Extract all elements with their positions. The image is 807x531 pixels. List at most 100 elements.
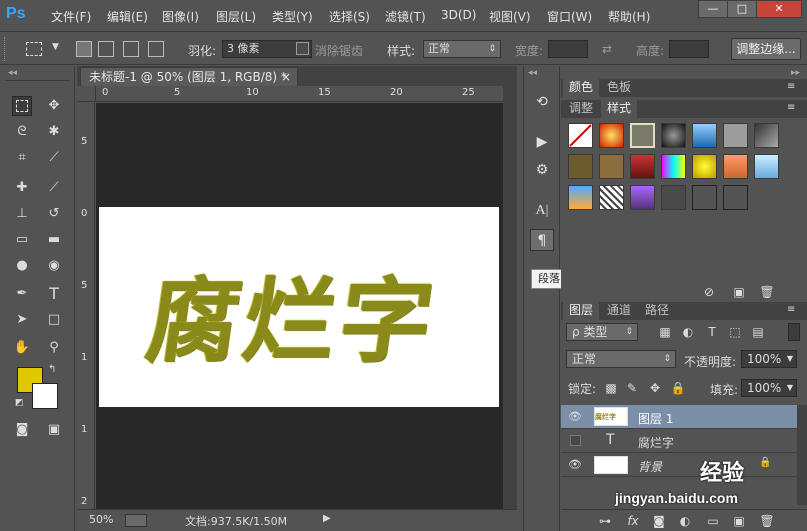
type-tool-icon[interactable]: T — [44, 284, 64, 304]
new-group-icon[interactable]: ▭ — [705, 513, 721, 529]
style-swatch[interactable] — [692, 123, 717, 148]
height-input[interactable] — [669, 40, 709, 58]
tab-paths[interactable]: 路径 — [639, 302, 675, 320]
panel-menu-icon[interactable]: ≡ — [787, 102, 795, 113]
history-brush-icon[interactable]: ↺ — [44, 204, 64, 224]
filter-pixel-icon[interactable]: ▦ — [657, 324, 673, 340]
tab-swatches[interactable]: 色板 — [601, 79, 637, 97]
style-swatch[interactable] — [661, 154, 686, 179]
panel-menu-icon[interactable]: ≡ — [787, 304, 795, 315]
layer-row[interactable]: 👁 背景 🔒 — [561, 453, 797, 477]
close-button[interactable]: ✕ — [756, 0, 802, 18]
style-swatch[interactable] — [630, 154, 655, 179]
maximize-button[interactable]: □ — [727, 0, 757, 18]
lock-transparent-icon[interactable]: ▩ — [603, 380, 619, 396]
new-layer-icon[interactable]: ▣ — [731, 513, 747, 529]
width-input[interactable] — [548, 40, 588, 58]
blend-mode-select[interactable]: 正常 ⇕ — [566, 350, 676, 368]
style-swatch[interactable] — [723, 123, 748, 148]
fill-input[interactable]: 100% ▼ — [741, 379, 797, 397]
hand-tool-icon[interactable]: ✋ — [12, 338, 32, 358]
minimize-button[interactable]: — — [698, 0, 728, 18]
style-swatch[interactable] — [568, 154, 593, 179]
ruler-top[interactable]: 0 5 10 15 20 25 — [96, 86, 517, 102]
refine-edge-button[interactable]: 调整边缘... — [731, 38, 801, 60]
style-none-swatch[interactable] — [568, 123, 593, 148]
add-mask-icon[interactable]: ◙ — [651, 513, 667, 529]
collapse-panels-icon[interactable]: ▸▸ — [791, 68, 800, 78]
filter-type-icon[interactable]: T — [704, 324, 720, 340]
style-swatch[interactable] — [661, 123, 686, 148]
layer-name[interactable]: 腐烂字 — [638, 434, 674, 451]
rectangle-tool-icon[interactable]: □ — [44, 310, 64, 330]
move-tool-icon[interactable]: ✥ — [44, 96, 64, 116]
fx-icon[interactable]: fx — [625, 513, 641, 529]
menu-3d[interactable]: 3D(D) — [441, 8, 476, 22]
menu-image[interactable]: 图像(I) — [162, 8, 199, 25]
collapse-arrows-icon[interactable]: ◂◂ — [8, 68, 17, 78]
swap-colors-icon[interactable]: ↰ — [48, 364, 56, 375]
brush-tool-icon[interactable]: ⟋ — [44, 178, 64, 198]
gradient-tool-icon[interactable]: ▬ — [44, 230, 64, 250]
document-tab[interactable]: 未标题-1 @ 50% (图层 1, RGB/8) * × — [80, 67, 298, 86]
style-swatch[interactable] — [754, 123, 779, 148]
zoom-tool-icon[interactable]: ⚲ — [44, 338, 64, 358]
style-swatch[interactable] — [599, 123, 624, 148]
chevron-down-icon[interactable]: ▼ — [52, 42, 59, 52]
tab-color[interactable]: 颜色 — [563, 79, 600, 97]
share-icon[interactable] — [125, 514, 147, 527]
blur-tool-icon[interactable]: ● — [12, 256, 32, 276]
layer-row-selected[interactable]: 👁 腐烂字 图层 1 — [561, 405, 797, 429]
tab-adjustments[interactable]: 调整 — [563, 100, 599, 118]
lasso-tool-icon[interactable]: ᘓ — [12, 122, 32, 142]
default-colors-icon[interactable]: ◩ — [15, 398, 24, 408]
background-color-swatch[interactable] — [32, 383, 58, 409]
layer-name[interactable]: 图层 1 — [638, 410, 673, 427]
tab-styles[interactable]: 样式 — [601, 100, 638, 118]
layer-filter-select[interactable]: ρ 类型 ⇕ — [566, 323, 638, 341]
style-select[interactable]: 正常 ⇕ — [423, 40, 501, 58]
style-swatch-selected[interactable] — [630, 123, 655, 148]
lock-all-icon[interactable]: 🔒 — [670, 380, 686, 396]
history-panel-icon[interactable]: ⟲ — [530, 91, 554, 113]
new-style-icon[interactable]: ▣ — [731, 284, 747, 300]
style-swatch[interactable] — [723, 154, 748, 179]
menu-file[interactable]: 文件(F) — [51, 8, 91, 25]
menu-filter[interactable]: 滤镜(T) — [385, 8, 426, 25]
style-swatch[interactable] — [568, 185, 593, 210]
style-swatch[interactable] — [723, 185, 748, 210]
layer-row[interactable]: T 腐烂字 — [561, 429, 797, 453]
pen-tool-icon[interactable]: ✒ — [12, 284, 32, 304]
grip-handle[interactable] — [4, 37, 8, 61]
style-swatch[interactable] — [599, 154, 624, 179]
ruler-left[interactable]: 5 0 5 1 1 2 — [77, 102, 95, 509]
paragraph-panel-icon[interactable]: ¶ — [530, 229, 554, 251]
filter-smart-object-icon[interactable]: ▤ — [750, 324, 766, 340]
tab-channels[interactable]: 通道 — [601, 302, 637, 320]
subtract-selection-icon[interactable] — [123, 41, 139, 57]
delete-layer-icon[interactable]: 🗑 — [759, 513, 775, 529]
eyedropper-icon[interactable]: ⟋ — [44, 148, 64, 168]
vertical-scrollbar[interactable] — [503, 86, 517, 509]
magic-wand-icon[interactable]: ✱ — [44, 122, 64, 142]
zoom-level[interactable]: 50% — [89, 513, 113, 526]
add-selection-icon[interactable] — [98, 41, 114, 57]
style-swatch[interactable] — [630, 185, 655, 210]
character-panel-icon[interactable]: A| — [530, 200, 554, 222]
layers-scrollbar[interactable] — [797, 405, 807, 505]
eye-icon[interactable]: 👁 — [568, 458, 582, 472]
healing-brush-icon[interactable]: ✚ — [12, 178, 32, 198]
marquee-tool-icon[interactable] — [26, 42, 42, 56]
properties-panel-icon[interactable]: ⚙ — [530, 159, 554, 181]
swap-icon[interactable]: ⇄ — [602, 42, 612, 56]
close-tab-icon[interactable]: × — [281, 68, 291, 86]
dodge-tool-icon[interactable]: ◉ — [44, 256, 64, 276]
eye-icon[interactable]: 👁 — [568, 410, 582, 424]
rect-marquee-tool-icon[interactable] — [12, 96, 32, 116]
style-swatch[interactable] — [661, 185, 686, 210]
menu-help[interactable]: 帮助(H) — [608, 8, 650, 25]
adjustment-layer-icon[interactable]: ◐ — [677, 513, 693, 529]
menu-layer[interactable]: 图层(L) — [216, 8, 256, 25]
filter-toggle[interactable] — [788, 323, 800, 341]
lock-position-icon[interactable]: ✥ — [647, 380, 663, 396]
